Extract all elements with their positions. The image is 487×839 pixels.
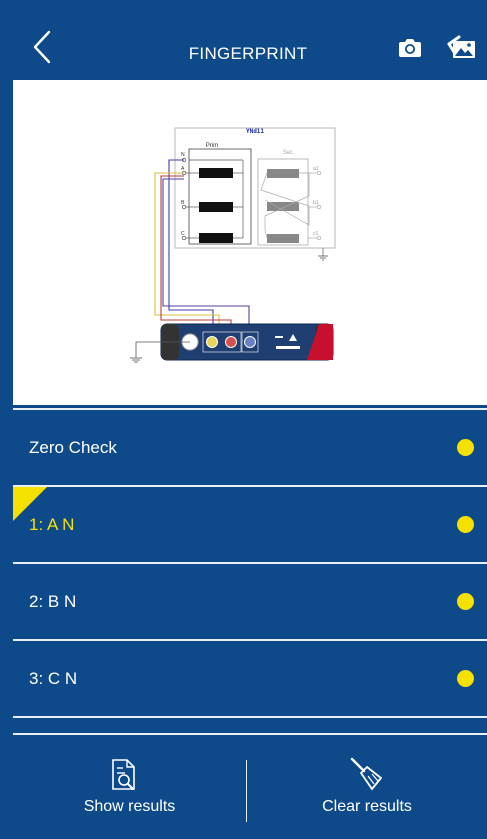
document-search-icon <box>112 759 135 790</box>
broom-icon <box>350 757 382 790</box>
test-row-a-n[interactable]: 1: A N <box>13 487 487 561</box>
show-results-button[interactable]: Show results <box>13 740 246 830</box>
test-row-c-n[interactable]: 3: C N <box>13 641 487 715</box>
camera-icon[interactable] <box>397 36 423 60</box>
test-label: 1: A N <box>29 515 75 534</box>
vector-group-label: YNd11 <box>246 128 264 135</box>
clear-results-button[interactable]: Clear results <box>247 740 487 830</box>
test-label: Zero Check <box>29 438 117 457</box>
terminal-a1-label: a1 <box>313 166 319 172</box>
footer-divider <box>13 733 487 735</box>
test-label: 3: C N <box>29 669 78 688</box>
wiring-diagram: YNd11 Prim Sec N A B C a1 b1 c1 <box>13 80 487 405</box>
terminal-b1-label: b1 <box>313 200 319 206</box>
prim-label: Prim <box>206 143 218 149</box>
test-row-b-n[interactable]: 2: B N <box>13 564 487 638</box>
app-header: FINGERPRINT <box>9 8 487 78</box>
clear-results-label: Clear results <box>322 798 412 815</box>
terminal-n-label: N <box>181 152 185 158</box>
test-row-zero-check[interactable]: Zero Check <box>13 410 487 484</box>
status-dot <box>457 516 474 533</box>
gallery-icon[interactable] <box>446 34 478 62</box>
status-dot <box>457 670 474 687</box>
divider <box>13 716 487 718</box>
terminal-c1-label: c1 <box>313 231 319 237</box>
status-dot <box>457 439 474 456</box>
show-results-label: Show results <box>83 798 176 815</box>
terminal-c-label: C <box>181 231 185 237</box>
sec-label: Sec <box>283 150 293 156</box>
test-label: 2: B N <box>29 592 77 611</box>
status-dot <box>457 593 474 610</box>
wiring-diagram-svg: YNd11 Prim Sec N A B C a1 b1 c1 <box>130 127 336 363</box>
